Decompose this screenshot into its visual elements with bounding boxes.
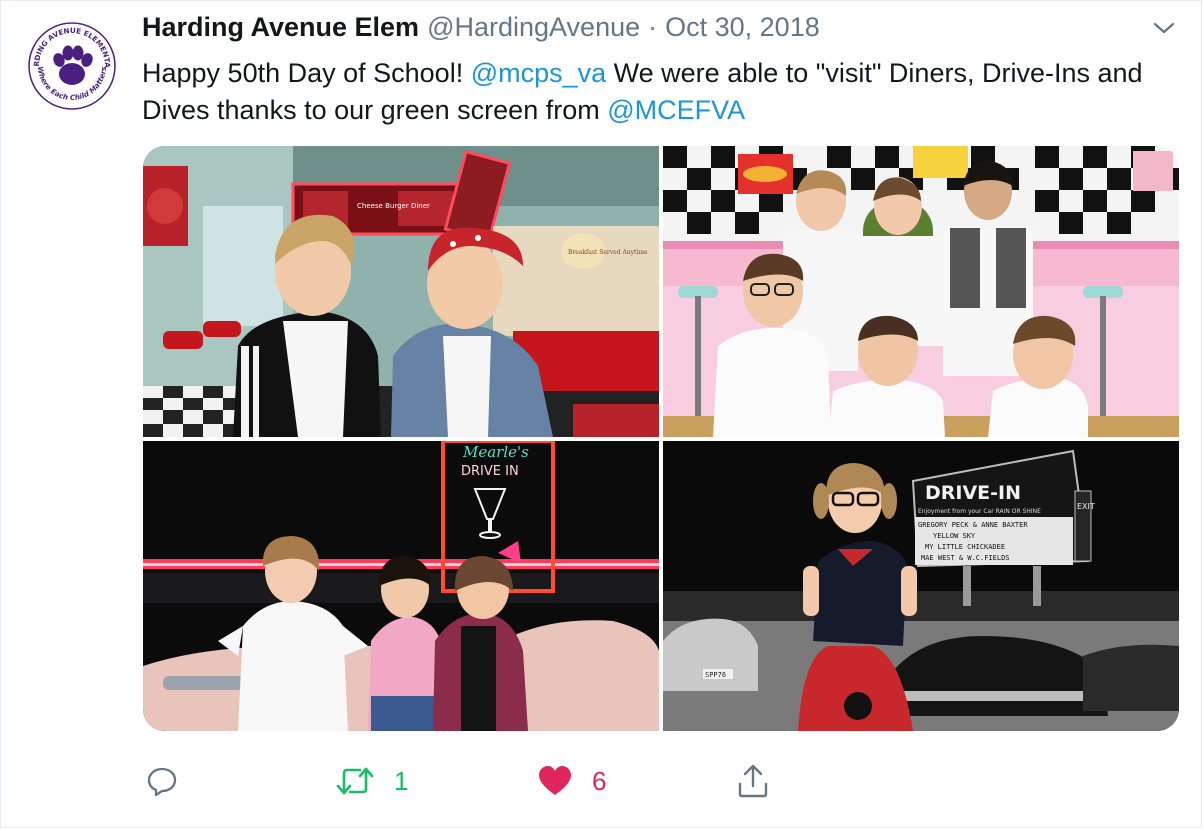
media-grid: Cheese Burger Diner Breakfast Served Any… — [143, 146, 1179, 731]
marquee-sub: Enjoyment from your Car RAIN OR SHINE — [918, 508, 1041, 515]
license-plate: SPP76 — [705, 671, 726, 679]
avatar[interactable]: HARDING AVENUE ELEMENTARY Where Each Chi… — [26, 20, 118, 112]
marquee-line: MAE WEST & W.C.FIELDS — [921, 554, 1010, 562]
tweet-header: Harding Avenue Elem @HardingAvenue · Oct… — [142, 12, 820, 42]
marquee-line: GREGORY PECK & ANNE BAXTER — [918, 521, 1028, 529]
user-handle[interactable]: @HardingAvenue — [427, 12, 640, 42]
diner-menu-text: Cheese Burger Diner — [357, 202, 430, 210]
diner-sign-text: Breakfast Served Anytime — [568, 249, 648, 256]
retweet-button[interactable]: 1 — [336, 762, 408, 800]
share-icon — [738, 764, 768, 798]
like-button[interactable]: 6 — [538, 762, 606, 800]
header-separator: · — [648, 12, 658, 42]
neon-sign-sub: DRIVE IN — [461, 464, 519, 479]
tweet-text-part: Happy 50th Day of School! — [142, 58, 471, 88]
reply-icon — [147, 767, 177, 797]
tweet-date[interactable]: Oct 30, 2018 — [665, 12, 820, 42]
marquee-exit: EXIT — [1077, 502, 1095, 511]
photo-diner-interior[interactable]: Cheese Burger Diner Breakfast Served Any… — [143, 146, 659, 437]
marquee-title: DRIVE-IN — [925, 482, 1021, 504]
reply-button[interactable] — [146, 762, 178, 800]
paw-logo-icon: HARDING AVENUE ELEMENTARY Where Each Chi… — [26, 20, 117, 111]
more-options-button[interactable] — [1150, 14, 1178, 42]
photo-diner-boys[interactable] — [663, 146, 1179, 437]
retweet-count: 1 — [394, 765, 409, 796]
mention-link[interactable]: @MCEFVA — [607, 95, 745, 125]
mention-link[interactable]: @mcps_va — [471, 58, 606, 88]
share-button[interactable] — [737, 762, 769, 800]
retweet-icon — [336, 767, 374, 795]
neon-sign-name: Mearle's — [462, 443, 529, 461]
heart-icon — [539, 766, 571, 795]
photo-drive-in-marquee[interactable]: DRIVE-IN Enjoyment from your Car RAIN OR… — [663, 441, 1179, 731]
marquee-line: MY LITTLE CHICKADEE — [925, 543, 1005, 551]
like-count: 6 — [592, 765, 607, 796]
marquee-line: YELLOW SKY — [933, 532, 976, 540]
chevron-down-icon — [1153, 22, 1175, 34]
photo-drive-in-girls[interactable]: Mearle's DRIVE IN — [143, 441, 659, 731]
display-name[interactable]: Harding Avenue Elem — [142, 12, 419, 42]
tweet-text: Happy 50th Day of School! @mcps_va We we… — [142, 55, 1152, 129]
